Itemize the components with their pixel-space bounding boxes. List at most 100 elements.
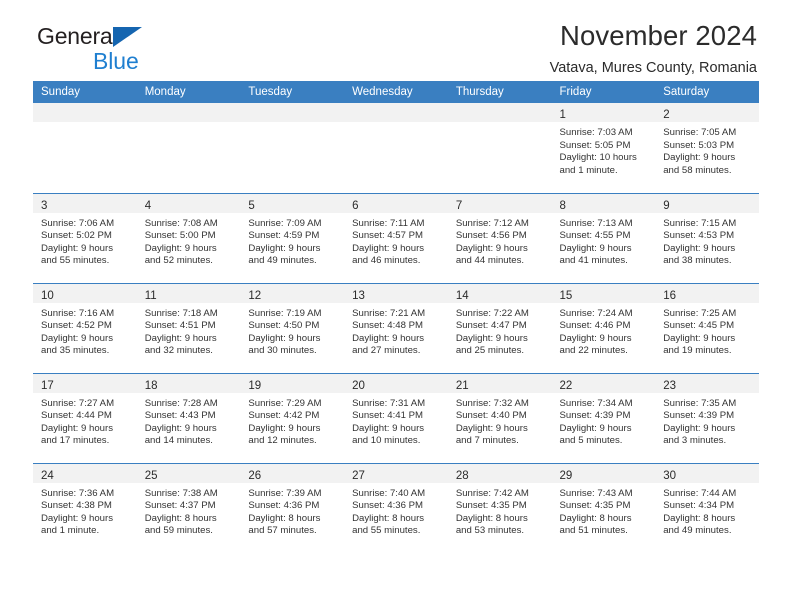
calendar-day-cell[interactable]: 30 Sunrise: 7:44 AM Sunset: 4:34 PM Dayl… — [655, 462, 759, 553]
sunrise-line: Sunrise: 7:18 AM — [144, 307, 218, 319]
daylight-line-1: Daylight: 9 hours — [455, 242, 528, 254]
weekday-header-friday: Friday — [551, 81, 656, 103]
daylight-line-2: and 19 minutes. — [663, 345, 732, 357]
daylight-line-1: Daylight: 9 hours — [352, 422, 425, 434]
daylight-line-2: and 27 minutes. — [352, 345, 421, 357]
calendar-day-cell[interactable]: 23 Sunrise: 7:35 AM Sunset: 4:39 PM Dayl… — [655, 372, 759, 463]
weekday-header-wednesday: Wednesday — [344, 81, 448, 103]
day-number: 25 — [144, 469, 158, 482]
daylight-line-1: Daylight: 9 hours — [559, 332, 632, 344]
sunrise-line: Sunrise: 7:25 AM — [663, 307, 737, 319]
daylight-line-1: Daylight: 9 hours — [41, 242, 113, 254]
daylight-line-1: Daylight: 9 hours — [144, 422, 217, 434]
daylight-line-2: and 5 minutes. — [559, 435, 623, 447]
calendar-day-cell[interactable]: 18 Sunrise: 7:28 AM Sunset: 4:43 PM Dayl… — [136, 372, 241, 463]
calendar-day-cell[interactable]: 2 Sunrise: 7:05 AM Sunset: 5:03 PM Dayli… — [655, 103, 759, 193]
calendar-day-cell[interactable]: 24 Sunrise: 7:36 AM Sunset: 4:38 PM Dayl… — [33, 462, 137, 553]
calendar-day-cell[interactable]: 1 Sunrise: 7:03 AM Sunset: 5:05 PM Dayli… — [551, 103, 656, 193]
calendar-day-cell[interactable]: 21 Sunrise: 7:32 AM Sunset: 4:40 PM Dayl… — [447, 372, 552, 463]
sunset-line: Sunset: 4:53 PM — [663, 230, 735, 242]
calendar-day-cell[interactable] — [136, 103, 241, 193]
calendar-day-cell[interactable]: 4 Sunrise: 7:08 AM Sunset: 5:00 PM Dayli… — [136, 192, 241, 283]
calendar-body: 1 Sunrise: 7:03 AM Sunset: 5:05 PM Dayli… — [33, 103, 759, 553]
calendar-day-cell[interactable] — [240, 103, 345, 193]
daylight-line-1: Daylight: 10 hours — [559, 152, 637, 164]
sunrise-line: Sunrise: 7:29 AM — [248, 397, 322, 409]
calendar-day-cell[interactable]: 5 Sunrise: 7:09 AM Sunset: 4:59 PM Dayli… — [240, 192, 345, 283]
sunrise-line: Sunrise: 7:42 AM — [455, 487, 529, 499]
calendar-day-cell[interactable]: 11 Sunrise: 7:18 AM Sunset: 4:51 PM Dayl… — [136, 282, 241, 373]
daylight-line-2: and 17 minutes. — [41, 435, 110, 447]
sunset-line: Sunset: 5:05 PM — [559, 139, 631, 151]
sunrise-line: Sunrise: 7:28 AM — [144, 397, 218, 409]
daylight-line-1: Daylight: 9 hours — [248, 332, 321, 344]
daylight-line-2: and 25 minutes. — [455, 345, 525, 357]
daylight-line-2: and 46 minutes. — [352, 255, 421, 267]
day-number: 18 — [144, 379, 158, 392]
calendar-day-cell[interactable] — [33, 103, 137, 193]
day-number: 11 — [144, 289, 157, 302]
calendar-day-cell[interactable]: 28 Sunrise: 7:42 AM Sunset: 4:35 PM Dayl… — [447, 462, 552, 553]
weekday-header-thursday: Thursday — [447, 81, 552, 103]
sunset-line: Sunset: 4:55 PM — [559, 230, 631, 242]
sunrise-line: Sunrise: 7:44 AM — [663, 487, 737, 499]
daylight-line-2: and 7 minutes. — [455, 435, 519, 447]
day-number: 29 — [559, 469, 573, 482]
calendar-day-cell[interactable]: 3 Sunrise: 7:06 AM Sunset: 5:02 PM Dayli… — [33, 192, 137, 283]
sunset-line: Sunset: 4:48 PM — [352, 320, 424, 332]
daylight-line-2: and 41 minutes. — [559, 255, 628, 267]
logo-text-general: General — [37, 25, 227, 49]
sunrise-line: Sunrise: 7:40 AM — [352, 487, 426, 499]
calendar-day-cell[interactable] — [344, 103, 448, 193]
sunset-line: Sunset: 4:45 PM — [663, 320, 735, 332]
sunset-line: Sunset: 4:57 PM — [352, 230, 424, 242]
day-number: 4 — [144, 199, 152, 212]
calendar-day-cell[interactable]: 6 Sunrise: 7:11 AM Sunset: 4:57 PM Dayli… — [344, 192, 448, 283]
day-number: 9 — [663, 199, 670, 212]
calendar-day-cell[interactable]: 17 Sunrise: 7:27 AM Sunset: 4:44 PM Dayl… — [33, 372, 137, 463]
sunset-line: Sunset: 4:36 PM — [248, 500, 320, 512]
day-number: 19 — [248, 379, 262, 392]
sunrise-line: Sunrise: 7:08 AM — [144, 217, 218, 229]
calendar-day-cell[interactable]: 20 Sunrise: 7:31 AM Sunset: 4:41 PM Dayl… — [344, 372, 448, 463]
weekday-header-sunday: Sunday — [33, 81, 137, 103]
calendar-day-cell[interactable]: 14 Sunrise: 7:22 AM Sunset: 4:47 PM Dayl… — [447, 282, 552, 373]
sunrise-line: Sunrise: 7:05 AM — [663, 127, 737, 138]
sunset-line: Sunset: 4:47 PM — [455, 320, 527, 332]
calendar-day-cell[interactable]: 19 Sunrise: 7:29 AM Sunset: 4:42 PM Dayl… — [240, 372, 345, 463]
sunset-line: Sunset: 4:36 PM — [352, 500, 424, 512]
sunset-line: Sunset: 5:00 PM — [144, 230, 216, 242]
sunrise-line: Sunrise: 7:38 AM — [144, 487, 218, 499]
day-number: 22 — [559, 379, 573, 392]
calendar-day-cell[interactable]: 16 Sunrise: 7:25 AM Sunset: 4:45 PM Dayl… — [655, 282, 759, 373]
day-number: 16 — [663, 289, 677, 302]
calendar-day-cell[interactable]: 8 Sunrise: 7:13 AM Sunset: 4:55 PM Dayli… — [551, 192, 656, 283]
calendar-day-cell[interactable]: 12 Sunrise: 7:19 AM Sunset: 4:50 PM Dayl… — [240, 282, 345, 373]
sunset-line: Sunset: 5:02 PM — [41, 230, 112, 242]
sunset-line: Sunset: 4:35 PM — [455, 500, 527, 512]
sunrise-line: Sunrise: 7:13 AM — [559, 217, 633, 229]
daylight-line-2: and 58 minutes. — [663, 164, 732, 176]
daylight-line-2: and 52 minutes. — [144, 255, 213, 267]
calendar-day-cell[interactable]: 9 Sunrise: 7:15 AM Sunset: 4:53 PM Dayli… — [655, 192, 759, 283]
calendar-day-cell[interactable]: 7 Sunrise: 7:12 AM Sunset: 4:56 PM Dayli… — [447, 192, 552, 283]
calendar-day-cell[interactable]: 26 Sunrise: 7:39 AM Sunset: 4:36 PM Dayl… — [240, 462, 345, 553]
sunrise-line: Sunrise: 7:22 AM — [455, 307, 529, 319]
calendar-day-cell[interactable]: 10 Sunrise: 7:16 AM Sunset: 4:52 PM Dayl… — [33, 282, 137, 373]
calendar-day-cell[interactable]: 27 Sunrise: 7:40 AM Sunset: 4:36 PM Dayl… — [344, 462, 448, 553]
daylight-line-2: and 49 minutes. — [663, 525, 732, 537]
calendar-day-cell[interactable]: 15 Sunrise: 7:24 AM Sunset: 4:46 PM Dayl… — [551, 282, 656, 373]
calendar-day-cell[interactable]: 13 Sunrise: 7:21 AM Sunset: 4:48 PM Dayl… — [344, 282, 448, 373]
calendar-day-cell[interactable]: 29 Sunrise: 7:43 AM Sunset: 4:35 PM Dayl… — [551, 462, 656, 553]
sunrise-line: Sunrise: 7:31 AM — [352, 397, 426, 409]
calendar-day-cell[interactable] — [447, 103, 552, 193]
sunset-line: Sunset: 4:56 PM — [455, 230, 527, 242]
calendar-day-cell[interactable]: 25 Sunrise: 7:38 AM Sunset: 4:37 PM Dayl… — [136, 462, 241, 553]
calendar-day-cell[interactable]: 22 Sunrise: 7:34 AM Sunset: 4:39 PM Dayl… — [551, 372, 656, 463]
daylight-line-1: Daylight: 9 hours — [144, 242, 217, 254]
daylight-line-1: Daylight: 9 hours — [663, 332, 736, 344]
daylight-line-2: and 30 minutes. — [248, 345, 317, 357]
sunrise-line: Sunrise: 7:03 AM — [559, 127, 633, 138]
day-number: 8 — [559, 199, 566, 212]
page-header: General Blue November 2024 Vatava, Mures… — [33, 0, 759, 76]
